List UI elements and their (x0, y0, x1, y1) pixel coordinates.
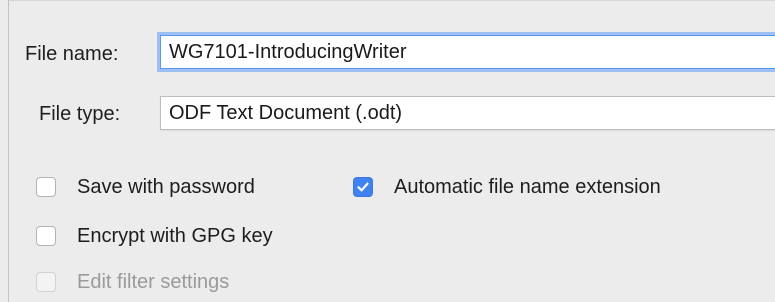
save-with-password-label: Save with password (77, 176, 255, 198)
save-with-password-option[interactable]: Save with password (36, 175, 255, 199)
file-type-value: ODF Text Document (.odt) (169, 102, 403, 124)
encrypt-gpg-checkbox[interactable] (36, 226, 56, 246)
save-with-password-checkbox[interactable] (36, 177, 56, 197)
automatic-extension-label: Automatic file name extension (394, 176, 661, 198)
edit-filter-checkbox (36, 272, 56, 292)
file-name-value: WG7101-IntroducingWriter (169, 41, 407, 63)
encrypt-gpg-label: Encrypt with GPG key (77, 225, 273, 247)
file-name-label: File name: (25, 43, 119, 65)
file-name-input[interactable]: WG7101-IntroducingWriter (160, 35, 775, 69)
panel-top-divider (9, 0, 775, 1)
file-type-label: File type: (39, 103, 121, 125)
edit-filter-label: Edit filter settings (77, 271, 230, 293)
encrypt-gpg-option[interactable]: Encrypt with GPG key (36, 224, 273, 248)
file-type-select[interactable]: ODF Text Document (.odt) (160, 96, 775, 130)
automatic-extension-checkbox[interactable] (353, 177, 373, 197)
panel-border (8, 0, 9, 302)
save-dialog-panel: File name: WG7101-IntroducingWriter File… (0, 0, 775, 302)
edit-filter-option: Edit filter settings (36, 270, 229, 294)
automatic-extension-option[interactable]: Automatic file name extension (353, 175, 661, 199)
checkmark-icon (357, 182, 369, 192)
